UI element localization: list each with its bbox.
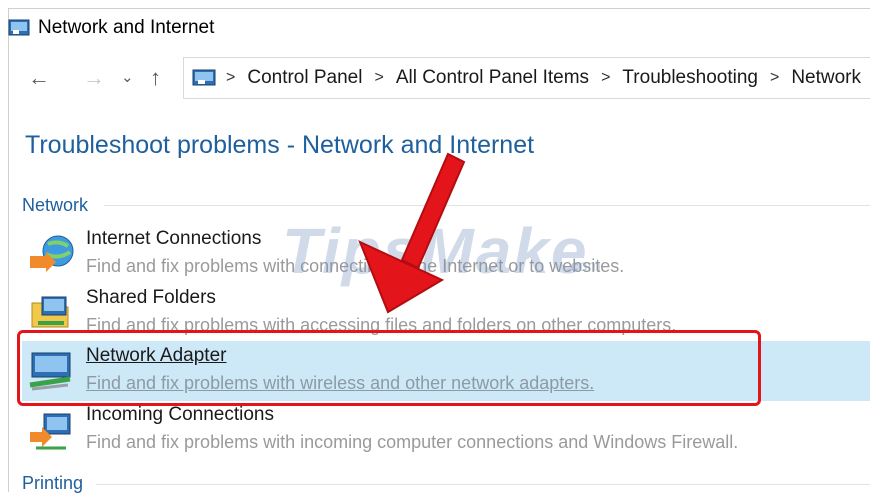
control-panel-icon [8,19,30,36]
breadcrumb-troubleshooting[interactable]: Troubleshooting [622,67,758,89]
watermark-suffix: .com [566,258,601,275]
up-arrow-icon[interactable]: ↑ [150,63,161,93]
navigation-bar: ← → ⌄ ↑ > Control Panel > All Control Pa… [8,55,870,101]
troubleshooter-name[interactable]: Incoming Connections [86,404,274,426]
chevron-right-icon[interactable]: > [601,69,610,87]
internet-connections-icon [30,235,74,272]
shared-folders-icon [31,296,69,328]
troubleshooter-name[interactable]: Internet Connections [86,228,261,250]
red-arrow-icon [358,152,466,314]
group-heading-printing: Printing [22,473,84,493]
breadcrumb-network[interactable]: Network [791,67,861,89]
highlight-box [17,330,761,406]
troubleshooter-name[interactable]: Shared Folders [86,287,216,309]
chevron-right-icon[interactable]: > [226,69,235,87]
address-bar[interactable]: > Control Panel > All Control Panel Item… [183,57,870,99]
recent-locations-chevron-icon[interactable]: ⌄ [121,63,134,93]
breadcrumb-control-panel[interactable]: Control Panel [247,67,362,89]
group-heading-network: Network [22,195,89,215]
window-title: Network and Internet [38,17,215,38]
chevron-right-icon[interactable]: > [770,69,779,87]
control-panel-icon [192,69,216,86]
chevron-right-icon[interactable]: > [374,69,383,87]
title-bar: Network and Internet [8,14,214,42]
troubleshooter-description: Find and fix problems with incoming comp… [86,432,739,452]
forward-arrow-icon[interactable]: → [83,63,105,93]
incoming-connections-icon [30,413,71,450]
back-arrow-icon[interactable]: ← [28,63,50,93]
breadcrumb-all-items[interactable]: All Control Panel Items [396,67,589,89]
divider [96,484,870,485]
troubleshooter-incoming-connections[interactable]: Incoming Connections Find and fix proble… [22,404,870,460]
